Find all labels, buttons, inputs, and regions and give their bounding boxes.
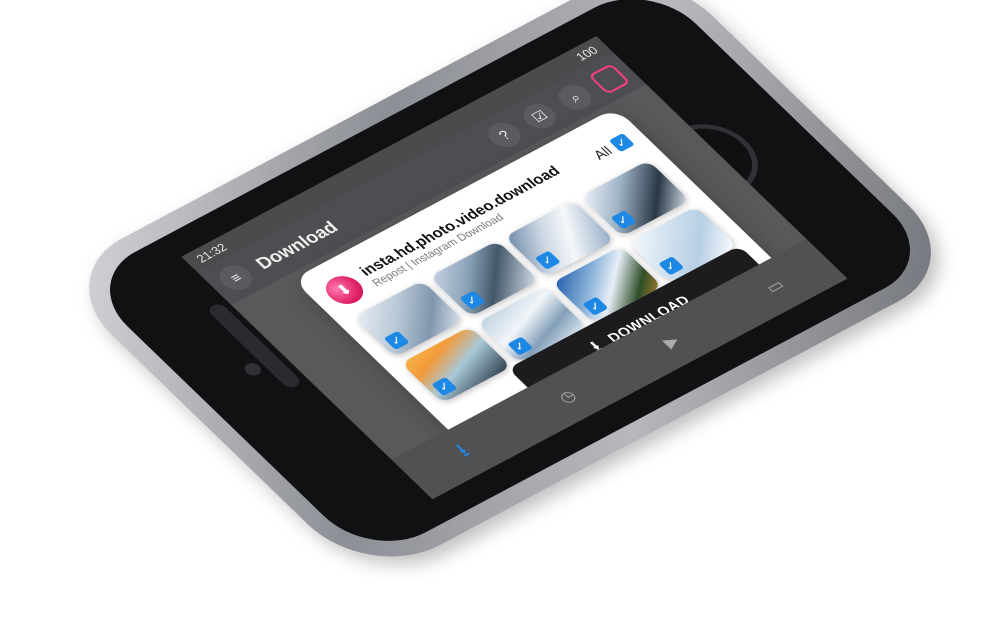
download-icon[interactable]: ⭳ [443,436,486,467]
check-icon[interactable]: ✓ [610,210,637,230]
stage: 21:32 100 ≡ Download ? ☑ ⌕ ⬇ insta.hd.ph… [0,0,1000,624]
check-icon[interactable]: ✓ [459,290,486,310]
check-icon[interactable]: ✓ [506,336,533,356]
select-icon[interactable]: ☑ [516,99,563,133]
menu-icon[interactable]: ≡ [212,260,259,295]
check-icon[interactable]: ✓ [431,376,458,397]
check-icon[interactable]: ✓ [608,133,635,153]
search-icon[interactable]: ⌕ [551,80,598,115]
check-icon[interactable]: ✓ [582,296,609,316]
image-icon[interactable]: ▭ [754,271,797,302]
app-avatar: ⬇ [318,270,371,310]
instagram-icon[interactable] [588,63,631,95]
video-icon[interactable]: ▶ [650,326,693,357]
check-icon[interactable]: ✓ [534,250,561,270]
help-icon[interactable]: ? [481,118,528,152]
check-icon[interactable]: ✓ [383,330,410,351]
check-icon[interactable]: ✓ [657,256,684,276]
phone-mockup: 21:32 100 ≡ Download ? ☑ ⌕ ⬇ insta.hd.ph… [50,0,970,584]
all-label: All [589,143,616,163]
history-icon[interactable]: ◷ [546,381,589,412]
select-all[interactable]: All ✓ [590,133,635,162]
